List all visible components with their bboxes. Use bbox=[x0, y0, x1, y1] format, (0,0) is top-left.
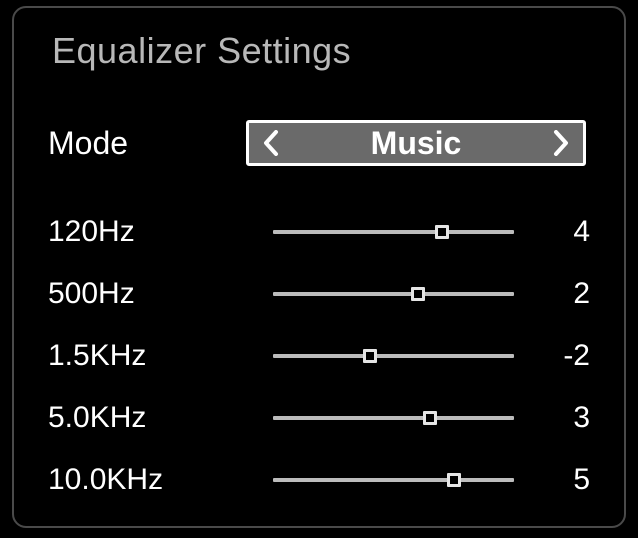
band-value: 2 bbox=[548, 277, 590, 311]
band-label: 10.0KHz bbox=[48, 463, 233, 497]
mode-selector[interactable]: Music bbox=[246, 120, 586, 166]
band-value: 3 bbox=[548, 401, 590, 435]
slider-thumb[interactable] bbox=[363, 349, 377, 363]
band-row: 5.0KHz 3 bbox=[48, 396, 590, 440]
slider-track bbox=[273, 354, 514, 358]
band-row: 1.5KHz -2 bbox=[48, 334, 590, 378]
slider-thumb[interactable] bbox=[447, 473, 461, 487]
chevron-left-icon[interactable] bbox=[259, 124, 283, 162]
band-label: 500Hz bbox=[48, 277, 233, 311]
band-value: 4 bbox=[548, 215, 590, 249]
slider-thumb[interactable] bbox=[435, 225, 449, 239]
equalizer-panel: Equalizer Settings Mode Music 120Hz 4 50… bbox=[12, 6, 626, 528]
mode-label: Mode bbox=[48, 125, 228, 162]
chevron-right-icon[interactable] bbox=[549, 124, 573, 162]
mode-row: Mode Music bbox=[48, 120, 590, 166]
page-title: Equalizer Settings bbox=[52, 30, 590, 72]
band-label: 120Hz bbox=[48, 215, 233, 249]
band-value: 5 bbox=[548, 463, 590, 497]
band-list: 120Hz 4 500Hz 2 1.5KHz -2 5.0KHz bbox=[48, 210, 590, 502]
band-slider[interactable] bbox=[273, 478, 514, 482]
band-row: 10.0KHz 5 bbox=[48, 458, 590, 502]
band-slider[interactable] bbox=[273, 230, 514, 234]
mode-value: Music bbox=[283, 125, 549, 162]
band-row: 500Hz 2 bbox=[48, 272, 590, 316]
band-row: 120Hz 4 bbox=[48, 210, 590, 254]
band-slider[interactable] bbox=[273, 292, 514, 296]
band-slider[interactable] bbox=[273, 354, 514, 358]
slider-track bbox=[273, 292, 514, 296]
band-label: 5.0KHz bbox=[48, 401, 233, 435]
band-slider[interactable] bbox=[273, 416, 514, 420]
slider-track bbox=[273, 230, 514, 234]
slider-track bbox=[273, 416, 514, 420]
band-label: 1.5KHz bbox=[48, 339, 233, 373]
slider-thumb[interactable] bbox=[411, 287, 425, 301]
slider-track bbox=[273, 478, 514, 482]
band-value: -2 bbox=[548, 339, 590, 373]
slider-thumb[interactable] bbox=[423, 411, 437, 425]
